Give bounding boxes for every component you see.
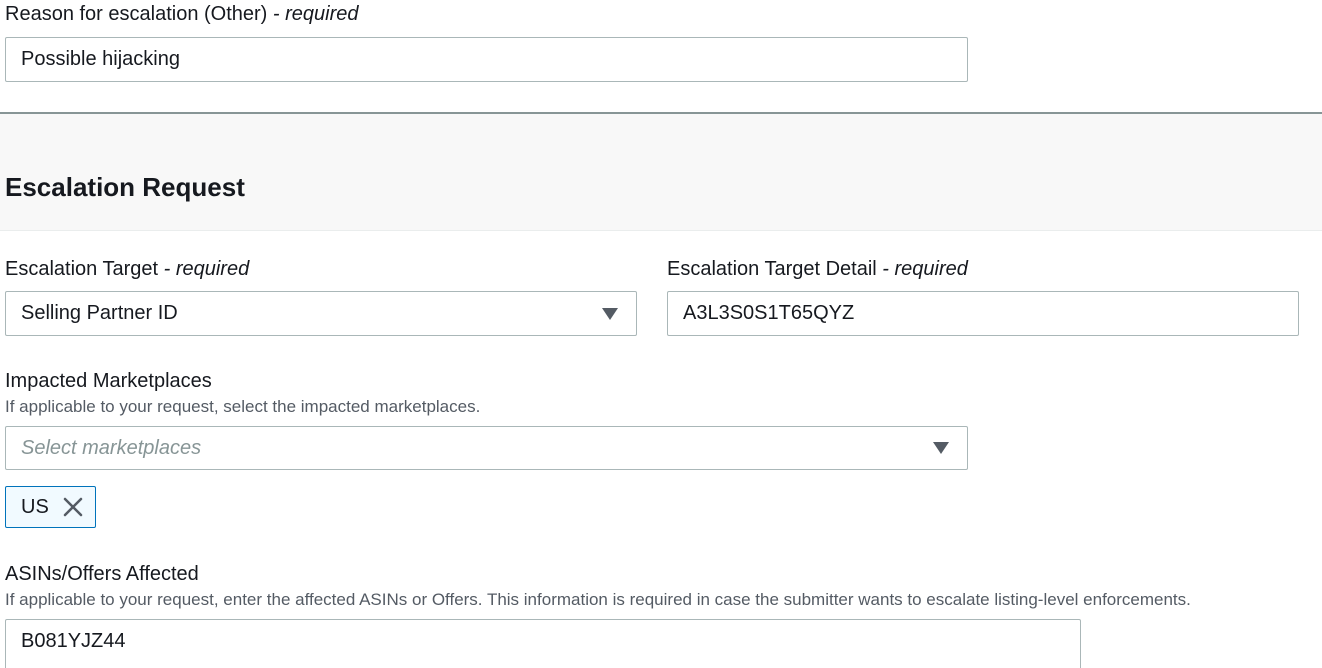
reason-label-text: Reason for escalation (Other) <box>5 3 268 25</box>
marketplace-token-label: US <box>21 496 49 518</box>
asins-input-value: B081YJZ44 <box>21 630 126 652</box>
escalation-form: Reason for escalation (Other) - required… <box>0 0 1322 668</box>
asins-input[interactable]: B081YJZ44 <box>5 619 1081 668</box>
escalation-target-label-text: Escalation Target <box>5 258 159 280</box>
reason-required-marker: - required <box>267 3 359 25</box>
section-header: Escalation Request <box>0 114 1322 231</box>
escalation-target-detail-required-marker: - required <box>876 258 968 280</box>
section-title: Escalation Request <box>5 172 245 202</box>
marketplaces-multiselect[interactable]: Select marketplaces <box>5 426 968 470</box>
escalation-target-detail-input[interactable]: A3L3S0S1T65QYZ <box>667 291 1299 336</box>
asins-hint: If applicable to your request, enter the… <box>5 590 1191 609</box>
marketplaces-hint: If applicable to your request, select th… <box>5 397 481 416</box>
escalation-target-required-marker: - required <box>158 258 250 280</box>
escalation-target-label: Escalation Target - required <box>5 255 249 283</box>
reason-input-value: Possible hijacking <box>21 48 180 70</box>
escalation-target-select[interactable]: Selling Partner ID <box>5 291 637 336</box>
reason-input[interactable]: Possible hijacking <box>5 37 968 82</box>
marketplace-token-us: US <box>5 486 96 528</box>
caret-down-icon <box>602 308 618 320</box>
caret-down-icon <box>933 442 949 454</box>
escalation-target-detail-label-text: Escalation Target Detail <box>667 258 877 280</box>
marketplaces-placeholder: Select marketplaces <box>21 437 202 459</box>
close-icon[interactable] <box>62 496 84 518</box>
escalation-target-detail-label: Escalation Target Detail - required <box>667 255 968 283</box>
escalation-target-select-value: Selling Partner ID <box>21 302 178 324</box>
marketplaces-label: Impacted Marketplaces <box>5 370 212 392</box>
escalation-target-detail-input-value: A3L3S0S1T65QYZ <box>683 302 855 324</box>
reason-label: Reason for escalation (Other) - required <box>5 0 359 28</box>
asins-label: ASINs/Offers Affected <box>5 563 199 585</box>
